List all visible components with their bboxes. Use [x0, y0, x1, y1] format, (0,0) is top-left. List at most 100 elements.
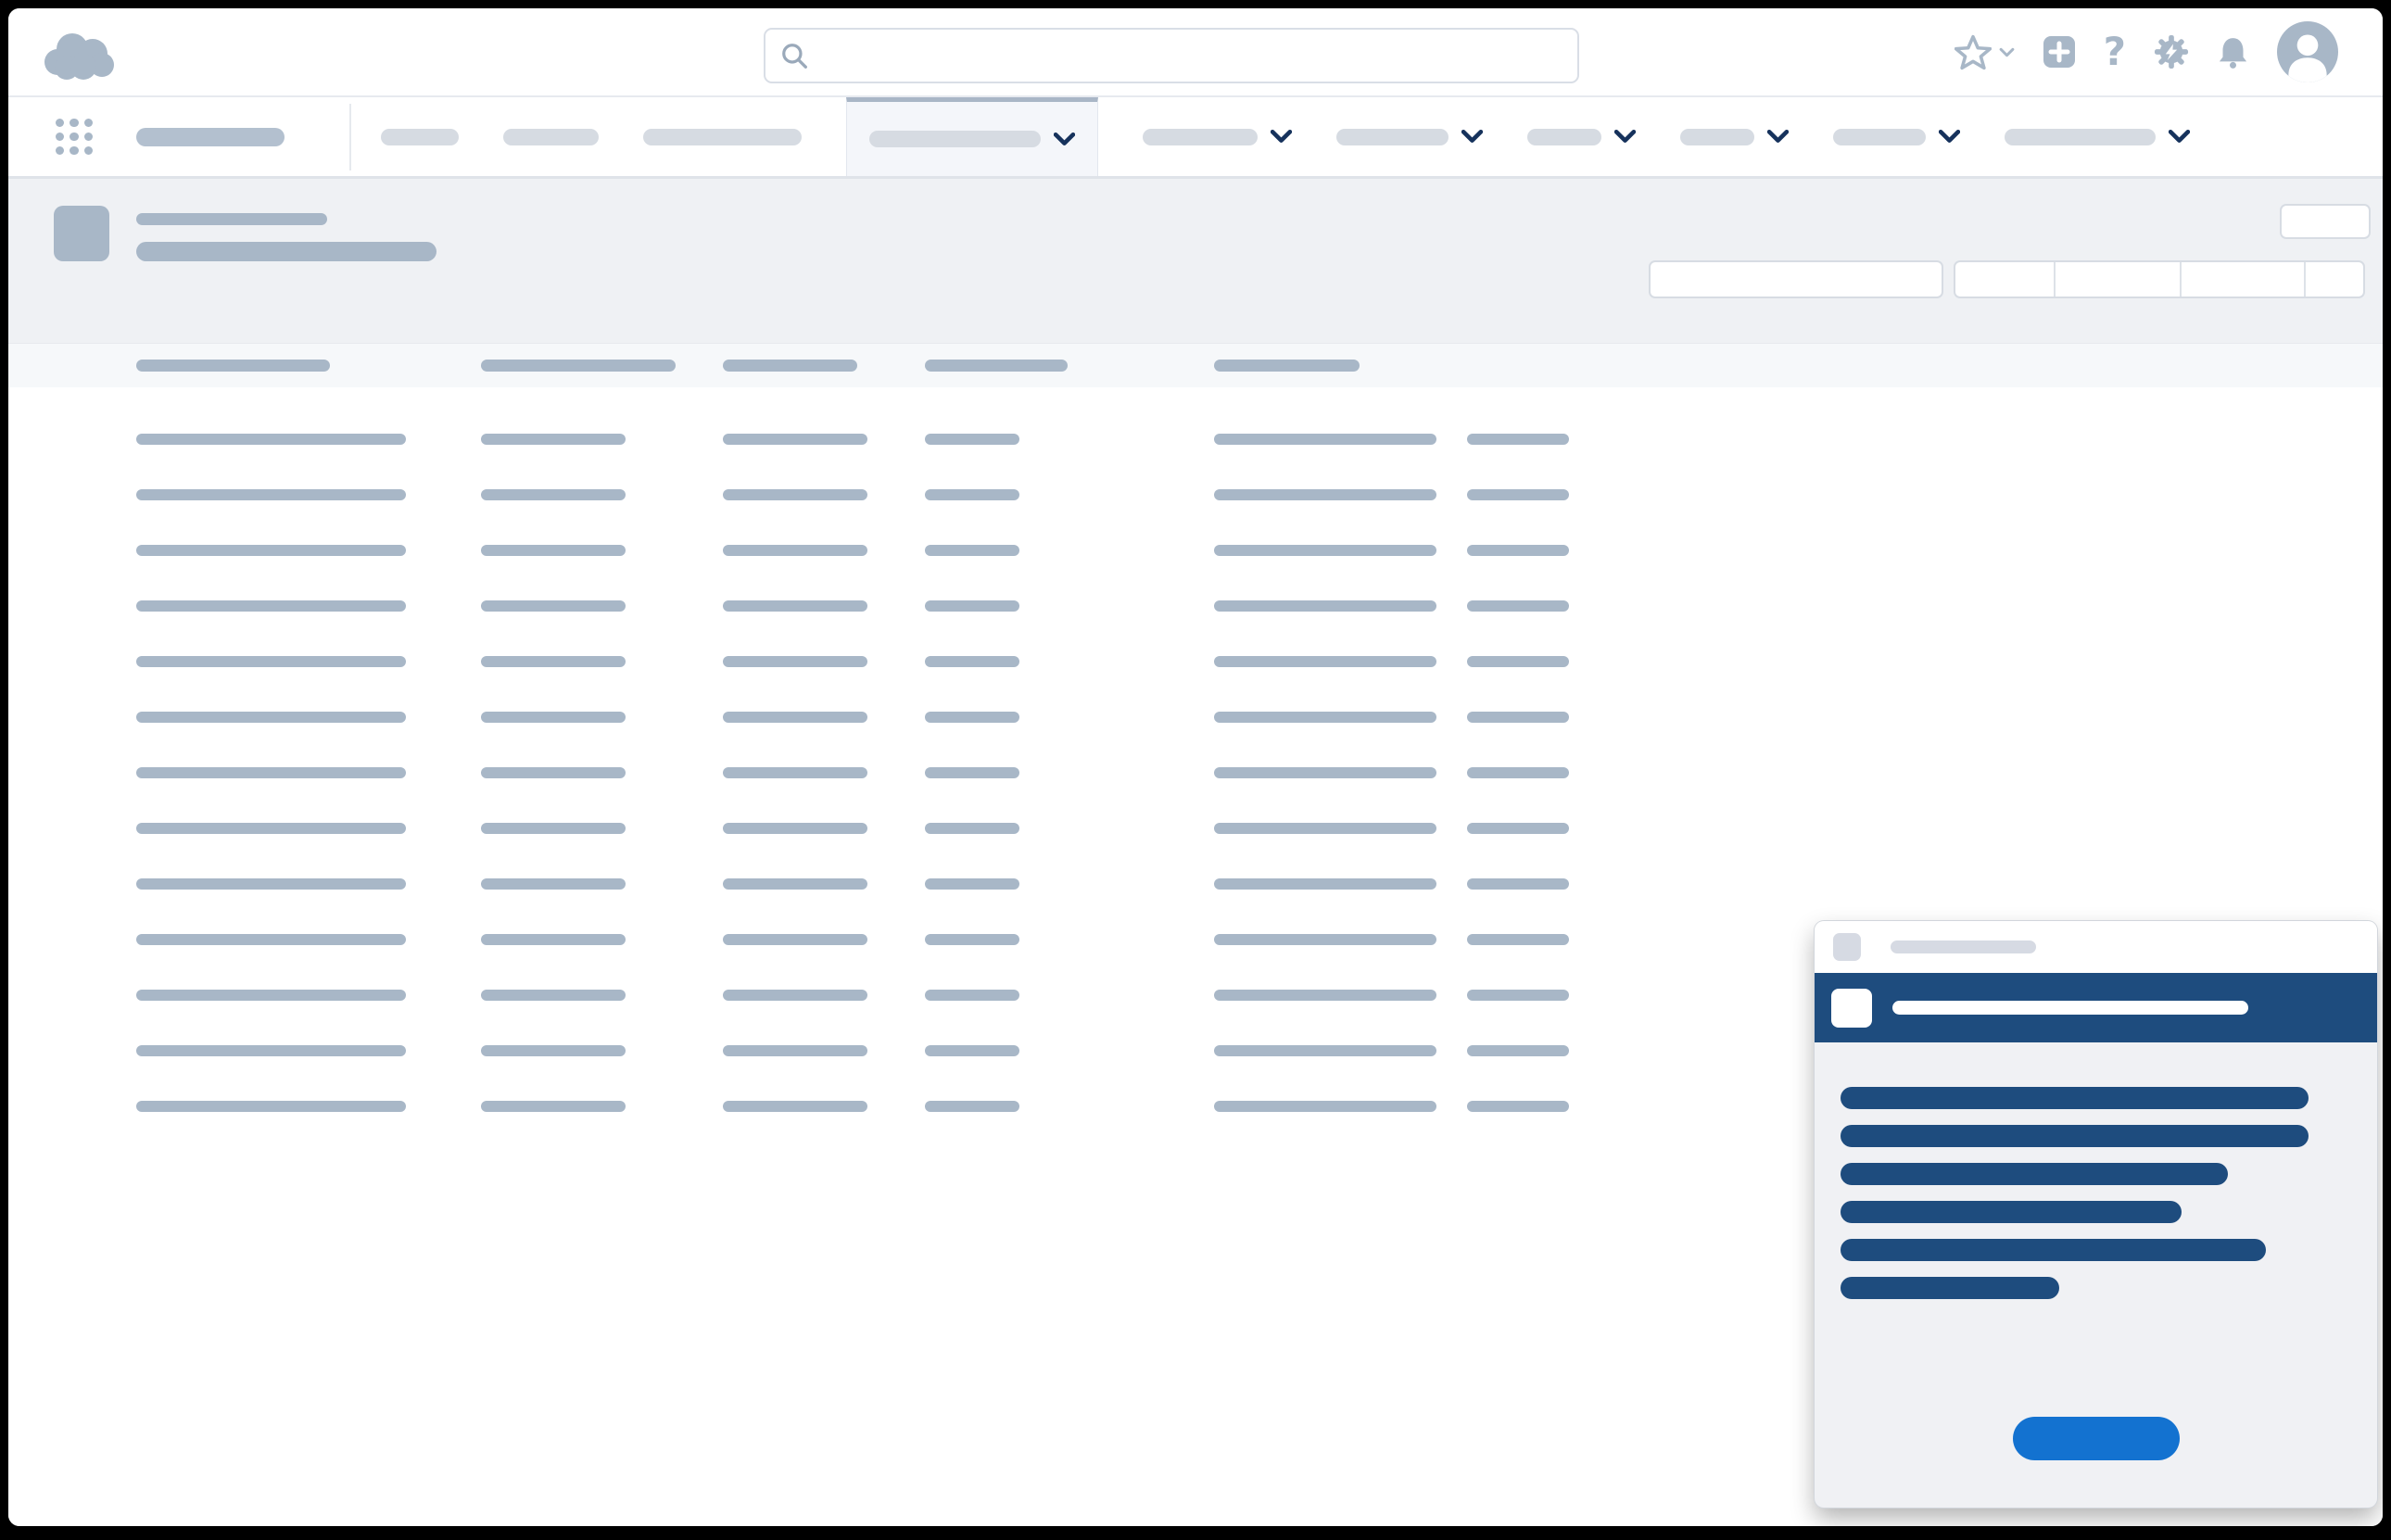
setup-button[interactable]	[2154, 34, 2189, 69]
table-header-row	[8, 343, 2383, 387]
cell-value-placeholder	[481, 823, 626, 834]
popup-icon-placeholder	[1833, 933, 1861, 961]
popup-header	[1815, 921, 2377, 973]
record-link-placeholder[interactable]	[136, 489, 406, 500]
nav-tab[interactable]	[2005, 97, 2190, 176]
table-row	[8, 878, 2383, 890]
cell-value-placeholder	[1214, 767, 1436, 778]
chevron-down-icon	[1939, 130, 1960, 144]
nav-tab-label-placeholder	[381, 129, 459, 145]
table-row	[8, 545, 2383, 556]
popup-text-line-placeholder	[1841, 1163, 2228, 1185]
nav-tab[interactable]	[1680, 97, 1789, 176]
nav-tab[interactable]	[1143, 97, 1292, 176]
cloud-logo-icon	[39, 27, 117, 82]
cell-value-placeholder	[723, 823, 867, 834]
record-link-placeholder[interactable]	[136, 1045, 406, 1056]
list-view-control-button[interactable]	[1955, 262, 2056, 297]
nav-tab-label-placeholder	[1336, 129, 1449, 145]
user-menu-button[interactable]	[2277, 21, 2338, 82]
cell-value-placeholder	[481, 1101, 626, 1112]
table-row	[8, 600, 2383, 612]
cell-value-placeholder	[1467, 934, 1569, 945]
column-header-placeholder[interactable]	[925, 360, 1068, 372]
table-row	[8, 712, 2383, 723]
nav-tab-active[interactable]	[846, 97, 1098, 176]
cell-value-placeholder	[481, 545, 626, 556]
search-icon	[780, 42, 808, 69]
chevron-down-icon	[1461, 130, 1483, 144]
chevron-down-icon	[2169, 130, 2190, 144]
favorites-button[interactable]	[1955, 34, 2015, 70]
cell-value-placeholder	[1214, 1101, 1436, 1112]
app-name-placeholder	[136, 128, 285, 146]
nav-tab-label-placeholder	[1527, 129, 1601, 145]
list-view-action-button[interactable]	[1649, 260, 1943, 298]
list-view-control-button[interactable]	[2306, 262, 2363, 297]
list-view-control-button[interactable]	[2056, 262, 2182, 297]
page-title-line-placeholder	[136, 213, 327, 225]
popup-primary-button[interactable]	[2013, 1417, 2180, 1460]
record-link-placeholder[interactable]	[136, 767, 406, 778]
nav-tab-label-placeholder	[1143, 129, 1258, 145]
record-link-placeholder[interactable]	[136, 990, 406, 1001]
column-header-placeholder[interactable]	[1214, 360, 1360, 372]
record-link-placeholder[interactable]	[136, 1101, 406, 1112]
add-button[interactable]	[2043, 35, 2076, 69]
cell-value-placeholder	[1467, 545, 1569, 556]
cell-value-placeholder	[925, 489, 1019, 500]
record-entity-icon	[54, 206, 109, 261]
chevron-down-icon[interactable]	[1999, 47, 2015, 57]
cell-value-placeholder	[1214, 712, 1436, 723]
record-link-placeholder[interactable]	[136, 823, 406, 834]
record-link-placeholder[interactable]	[136, 712, 406, 723]
notifications-button[interactable]	[2217, 35, 2249, 69]
nav-tab[interactable]	[1527, 97, 1636, 176]
cell-value-placeholder	[1467, 878, 1569, 890]
cell-value-placeholder	[1214, 990, 1436, 1001]
record-link-placeholder[interactable]	[136, 878, 406, 890]
popup-text-line-placeholder	[1841, 1239, 2266, 1261]
record-link-placeholder[interactable]	[136, 600, 406, 612]
record-link-placeholder[interactable]	[136, 656, 406, 667]
column-header-placeholder[interactable]	[723, 360, 857, 372]
plus-square-icon	[2043, 35, 2076, 69]
nav-tab[interactable]	[381, 97, 459, 176]
cell-value-placeholder	[723, 656, 867, 667]
nav-tab[interactable]	[1336, 97, 1483, 176]
cell-value-placeholder	[1467, 1101, 1569, 1112]
nav-tab-label-placeholder	[503, 129, 599, 145]
gear-icon	[2154, 34, 2189, 69]
cell-value-placeholder	[481, 990, 626, 1001]
help-button[interactable]: ?	[2104, 32, 2126, 71]
popup-text-line-placeholder	[1841, 1125, 2309, 1147]
nav-tab-label-placeholder	[1680, 129, 1754, 145]
list-view-control-button[interactable]	[2182, 262, 2306, 297]
cell-value-placeholder	[1214, 878, 1436, 890]
nav-tab[interactable]	[1833, 97, 1960, 176]
popup-card	[1815, 921, 2377, 1508]
cell-value-placeholder	[1214, 545, 1436, 556]
column-header-placeholder[interactable]	[481, 360, 676, 372]
app-launcher-waffle-icon[interactable]	[56, 119, 93, 156]
cell-value-placeholder	[1214, 1045, 1436, 1056]
cell-value-placeholder	[925, 934, 1019, 945]
popup-checkbox[interactable]	[1831, 989, 1872, 1028]
record-link-placeholder[interactable]	[136, 434, 406, 445]
record-link-placeholder[interactable]	[136, 934, 406, 945]
nav-tab[interactable]	[503, 97, 599, 176]
header-small-action-button[interactable]	[2280, 204, 2371, 239]
cell-value-placeholder	[1467, 990, 1569, 1001]
cell-value-placeholder	[723, 712, 867, 723]
nav-tab[interactable]	[643, 97, 802, 176]
app-window: ?	[8, 8, 2383, 1526]
search-input[interactable]	[821, 41, 1562, 71]
cell-value-placeholder	[723, 545, 867, 556]
cell-value-placeholder	[1467, 489, 1569, 500]
cell-value-placeholder	[481, 600, 626, 612]
column-header-placeholder[interactable]	[136, 360, 330, 372]
cell-value-placeholder	[481, 656, 626, 667]
cell-value-placeholder	[1214, 934, 1436, 945]
cell-value-placeholder	[1467, 434, 1569, 445]
record-link-placeholder[interactable]	[136, 545, 406, 556]
